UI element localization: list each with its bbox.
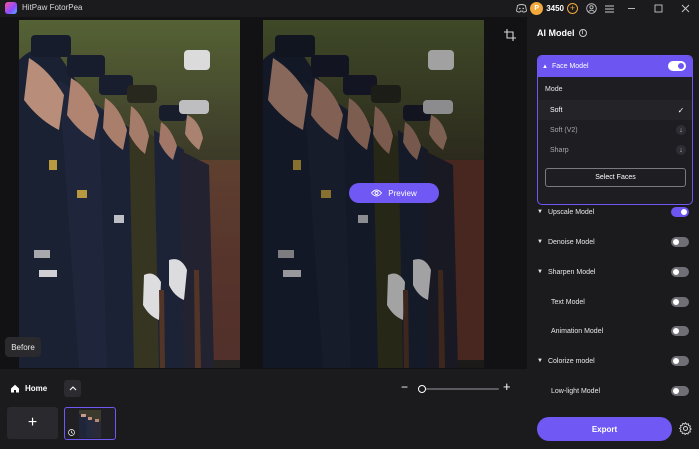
text-model-toggle[interactable]: [671, 297, 689, 307]
checkmark-icon: ✓: [677, 105, 685, 115]
mode-option-label: Soft (V2): [550, 126, 578, 134]
model-label: Animation Model: [551, 327, 604, 335]
chevron-up-icon: [69, 386, 76, 391]
caret-down-icon: ▼: [537, 269, 543, 275]
discord-icon[interactable]: [512, 0, 530, 17]
minimize-button[interactable]: [618, 0, 645, 17]
model-label: Low-light Model: [551, 387, 601, 395]
add-image-button[interactable]: +: [7, 407, 58, 439]
model-row-colorize[interactable]: ▼ Colorize model: [537, 351, 693, 371]
caret-down-icon: ▼: [537, 358, 543, 364]
denoise-model-toggle[interactable]: [671, 237, 689, 247]
caret-down-icon: ▼: [537, 239, 543, 245]
export-button[interactable]: Export: [537, 417, 672, 441]
home-button[interactable]: Home: [5, 379, 57, 398]
close-button[interactable]: [672, 0, 699, 17]
select-faces-button[interactable]: Select Faces: [545, 168, 686, 187]
face-model-label: Face Model: [551, 63, 589, 70]
mode-option-label: Sharp: [550, 146, 569, 154]
model-label: Upscale Model: [547, 208, 595, 216]
face-model-card: ▲ Face Model Mode Soft ✓ Soft (V2) ↓ Sha…: [537, 55, 693, 205]
face-model-toggle[interactable]: [668, 61, 686, 71]
menu-icon[interactable]: [600, 0, 618, 17]
caret-down-icon: ▼: [537, 209, 543, 215]
bottom-bar: Home − + +: [0, 369, 527, 449]
info-icon[interactable]: i: [578, 29, 587, 37]
sharpen-model-toggle[interactable]: [671, 267, 689, 277]
maximize-button[interactable]: [645, 0, 672, 17]
crop-icon[interactable]: [504, 29, 516, 41]
panel-title: AI Model i: [537, 28, 587, 38]
download-icon[interactable]: ↓: [676, 145, 686, 155]
thumbnail-image: [79, 410, 101, 438]
user-account-icon[interactable]: [582, 0, 600, 17]
app-logo-icon: [5, 2, 17, 14]
caret-up-icon: ▲: [542, 63, 548, 70]
mode-option-soft-v2[interactable]: Soft (V2) ↓: [538, 120, 692, 140]
eye-icon: [371, 189, 383, 197]
mode-option-label: Soft: [550, 106, 563, 114]
model-label: Colorize model: [547, 357, 595, 365]
zoom-slider-handle[interactable]: [418, 385, 426, 393]
animation-model-toggle[interactable]: [671, 326, 689, 336]
low-light-model-toggle[interactable]: [671, 386, 689, 396]
model-row-low-light[interactable]: Low-light Model: [537, 381, 693, 401]
model-label: Denoise Model: [547, 238, 595, 246]
download-icon[interactable]: ↓: [676, 125, 686, 135]
mode-label: Mode: [545, 86, 563, 93]
mode-option-sharp[interactable]: Sharp ↓: [538, 140, 692, 160]
model-row-animation[interactable]: Animation Model: [537, 321, 693, 341]
coin-balance: 3450: [546, 4, 564, 13]
gear-icon[interactable]: [679, 422, 692, 435]
zoom-out-button[interactable]: −: [401, 381, 408, 393]
app-title: HitPaw FotorPea: [22, 3, 83, 12]
model-row-upscale[interactable]: ▼ Upscale Model: [537, 202, 693, 222]
add-coins-button[interactable]: +: [567, 3, 578, 14]
panel-title-text: AI Model: [537, 28, 575, 38]
home-icon: [11, 384, 19, 393]
clock-icon: [68, 429, 75, 436]
preview-button[interactable]: Preview: [349, 183, 439, 203]
model-row-text[interactable]: Text Model: [537, 292, 693, 312]
image-canvas[interactable]: Before Preview: [0, 17, 527, 369]
model-row-denoise[interactable]: ▼ Denoise Model: [537, 232, 693, 252]
zoom-slider[interactable]: [420, 388, 499, 390]
title-bar: HitPaw FotorPea P 3450 +: [0, 0, 699, 17]
model-label: Text Model: [551, 298, 585, 306]
image-thumbnail[interactable]: [64, 407, 116, 440]
face-model-header[interactable]: ▲ Face Model: [538, 56, 692, 77]
collapse-button[interactable]: [64, 380, 81, 397]
mode-option-soft[interactable]: Soft ✓: [538, 100, 692, 120]
upscale-model-toggle[interactable]: [671, 207, 689, 217]
coin-icon: P: [530, 2, 544, 15]
before-image: [19, 20, 240, 368]
home-label: Home: [25, 384, 48, 393]
model-label: Sharpen Model: [547, 268, 596, 276]
preview-label: Preview: [388, 188, 417, 198]
model-row-sharpen[interactable]: ▼ Sharpen Model: [537, 262, 693, 282]
zoom-in-button[interactable]: +: [503, 380, 511, 393]
ai-model-panel: AI Model i ▲ Face Model Mode Soft ✓ Soft…: [527, 17, 699, 449]
colorize-model-toggle[interactable]: [671, 356, 689, 366]
before-label: Before: [5, 337, 41, 357]
